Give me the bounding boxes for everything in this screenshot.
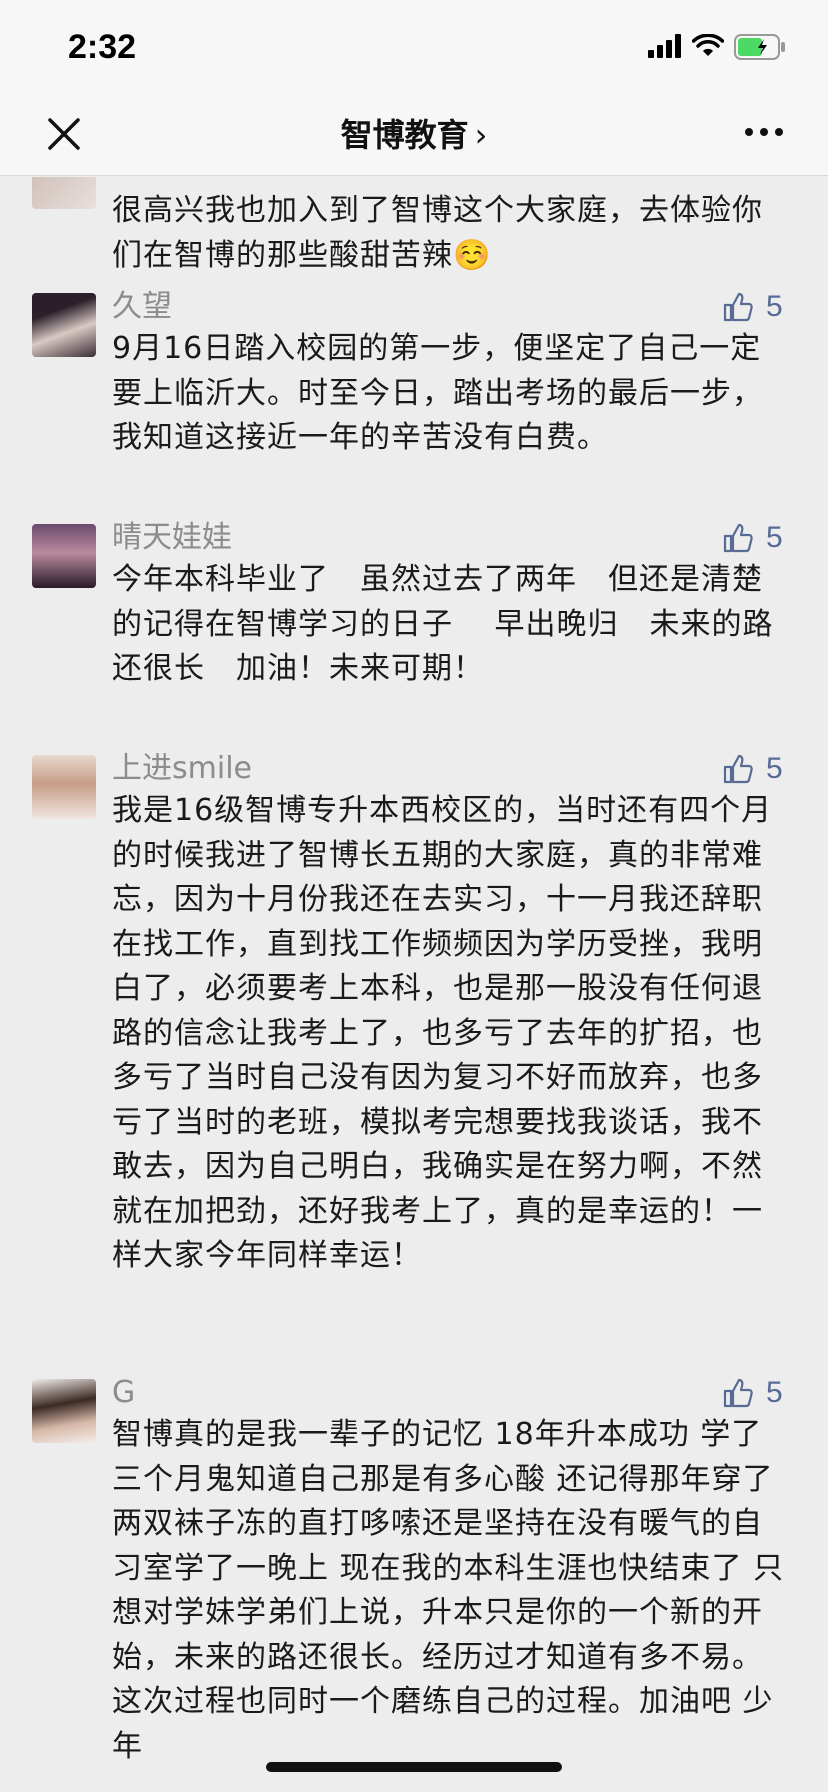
- more-icon[interactable]: [744, 126, 784, 138]
- thumbs-up-icon: [723, 1378, 753, 1408]
- like-count: 5: [766, 290, 783, 323]
- comment-author[interactable]: 久望: [112, 289, 172, 325]
- avatar[interactable]: [32, 755, 96, 819]
- battery-icon: [734, 34, 785, 60]
- thumbs-up-icon: [723, 292, 753, 322]
- chevron-right-icon: ›: [474, 116, 488, 154]
- like-button[interactable]: 5: [722, 520, 792, 556]
- nav-bar: 智博教育 ›: [0, 100, 828, 176]
- status-time: 2:32: [68, 28, 137, 66]
- like-button[interactable]: 5: [722, 1375, 792, 1411]
- thumbs-up-icon: [723, 754, 753, 784]
- avatar[interactable]: [32, 1379, 96, 1443]
- comment-text: 智博真的是我一辈子的记忆 18年升本成功 学了三个月鬼知道自己那是有多心酸 还记…: [112, 1417, 785, 1764]
- comment-text: 很高兴我也加入到了智博这个大家庭，去体验你们在智博的那些酸甜苦辣☺️: [112, 193, 763, 273]
- comment-author[interactable]: G: [112, 1375, 135, 1411]
- like-button[interactable]: 5: [722, 289, 792, 325]
- avatar[interactable]: [32, 293, 96, 357]
- avatar[interactable]: [32, 524, 96, 588]
- like-count: 5: [766, 521, 783, 554]
- comment-author[interactable]: 晴天娃娃: [112, 520, 232, 556]
- status-bar: 2:32: [0, 0, 828, 100]
- nav-title[interactable]: 智博教育 ›: [0, 110, 828, 156]
- thumbs-up-icon: [723, 523, 753, 553]
- signal-icon: [648, 34, 681, 58]
- comment-text: 我是16级智博专升本西校区的，当时还有四个月的时候我进了智博长五期的大家庭，真的…: [112, 793, 773, 1273]
- comment-text: 9月16日踏入校园的第一步，便坚定了自己一定要上临沂大。时至今日，踏出考场的最后…: [112, 331, 763, 455]
- comment-feed[interactable]: 很高兴我也加入到了智博这个大家庭，去体验你们在智博的那些酸甜苦辣☺️ 久望 5 …: [0, 177, 828, 1792]
- like-button[interactable]: 5: [722, 751, 792, 787]
- like-count: 5: [766, 1376, 783, 1409]
- wifi-icon: [692, 34, 724, 56]
- avatar[interactable]: [32, 177, 96, 209]
- nav-title-text: 智博教育: [340, 116, 469, 154]
- comment-author[interactable]: 上进smile: [112, 751, 252, 787]
- home-indicator[interactable]: [266, 1762, 562, 1772]
- like-count: 5: [766, 752, 783, 785]
- comment-text: 今年本科毕业了 虽然过去了两年 但还是清楚的记得在智博学习的日子 早出晚归 未来…: [112, 562, 774, 686]
